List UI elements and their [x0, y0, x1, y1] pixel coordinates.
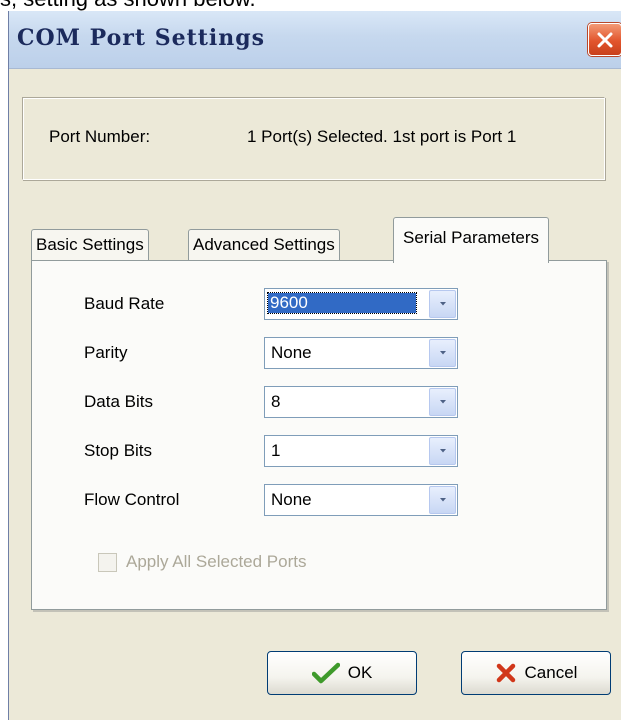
- serial-parameters-panel: Baud Rate 9600 Parity None Data Bits 8 S…: [31, 260, 607, 610]
- tab-advanced-settings[interactable]: Advanced Settings: [188, 229, 340, 261]
- title-bar[interactable]: COM Port Settings: [9, 11, 621, 69]
- port-number-label: Port Number:: [49, 127, 151, 146]
- stop-bits-row: Stop Bits 1: [32, 435, 608, 467]
- chevron-down-icon: [439, 302, 446, 306]
- tab-strip: Basic Settings Advanced Settings Serial …: [31, 217, 621, 263]
- parity-dropdown-button[interactable]: [429, 339, 456, 367]
- data-bits-row: Data Bits 8: [32, 386, 608, 418]
- checkmark-icon: [311, 662, 340, 684]
- baud-rate-row: Baud Rate 9600: [32, 288, 608, 320]
- baud-rate-label: Baud Rate: [84, 294, 165, 313]
- tab-serial-parameters[interactable]: Serial Parameters: [393, 217, 550, 263]
- apply-all-row: Apply All Selected Ports: [98, 551, 418, 575]
- baud-rate-dropdown-button[interactable]: [429, 290, 456, 318]
- document-caption: s, setting as shown below.: [0, 0, 621, 11]
- ok-label: OK: [347, 663, 373, 682]
- baud-rate-value: 9600: [267, 292, 417, 314]
- x-icon: [495, 662, 517, 684]
- stop-bits-dropdown-button[interactable]: [429, 437, 456, 465]
- cancel-button[interactable]: Cancel: [461, 651, 611, 695]
- close-button[interactable]: [588, 23, 621, 56]
- parity-select[interactable]: None: [264, 337, 458, 369]
- parity-label: Parity: [84, 343, 128, 362]
- chevron-down-icon: [439, 449, 446, 453]
- flow-control-value: None: [271, 490, 312, 509]
- flow-control-label: Flow Control: [84, 490, 180, 509]
- apply-all-label: Apply All Selected Ports: [126, 552, 307, 571]
- chevron-down-icon: [439, 351, 446, 355]
- data-bits-label: Data Bits: [84, 392, 153, 411]
- data-bits-select[interactable]: 8: [264, 386, 458, 418]
- flow-control-row: Flow Control None: [32, 484, 608, 516]
- cancel-label: Cancel: [524, 663, 578, 682]
- parity-row: Parity None: [32, 337, 608, 369]
- data-bits-value: 8: [271, 392, 281, 411]
- baud-rate-select[interactable]: 9600: [264, 288, 458, 320]
- close-icon: [597, 32, 613, 47]
- window-title: COM Port Settings: [17, 25, 266, 51]
- chevron-down-icon: [439, 498, 446, 502]
- apply-all-checkbox[interactable]: [98, 553, 117, 572]
- com-port-settings-dialog: COM Port Settings Port Number: 1 Port(s)…: [8, 11, 621, 720]
- stop-bits-select[interactable]: 1: [264, 435, 458, 467]
- stop-bits-value: 1: [271, 441, 281, 460]
- dialog-client-area: Port Number: 1 Port(s) Selected. 1st por…: [9, 69, 621, 720]
- flow-control-dropdown-button[interactable]: [429, 486, 456, 514]
- tab-basic-settings[interactable]: Basic Settings: [31, 229, 149, 261]
- ok-button[interactable]: OK: [267, 651, 417, 695]
- parity-value: None: [271, 343, 312, 362]
- flow-control-select[interactable]: None: [264, 484, 458, 516]
- data-bits-dropdown-button[interactable]: [429, 388, 456, 416]
- stop-bits-label: Stop Bits: [84, 441, 153, 460]
- chevron-down-icon: [439, 400, 446, 404]
- port-number-value: 1 Port(s) Selected. 1st port is Port 1: [247, 127, 517, 146]
